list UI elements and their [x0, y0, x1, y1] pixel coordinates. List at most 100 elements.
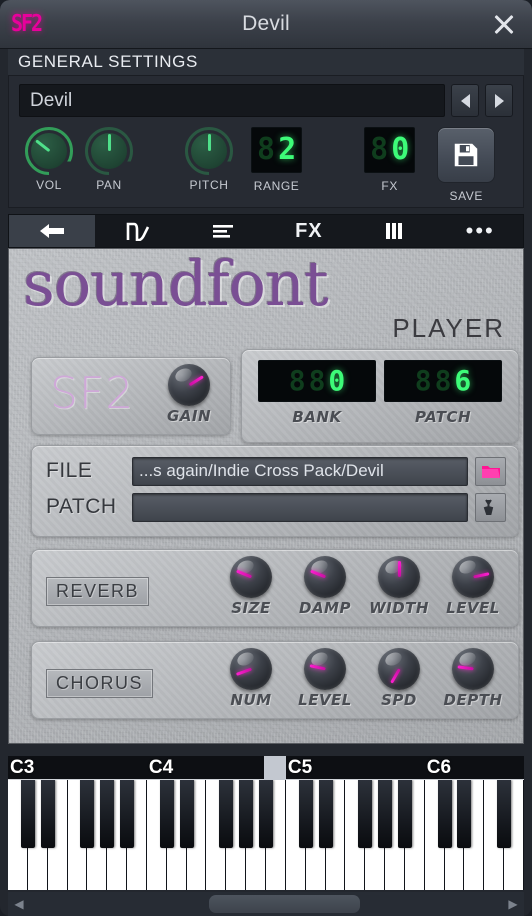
- patch-row: PATCH: [46, 492, 506, 522]
- chorus-depth-slot: DEPTH: [436, 648, 510, 709]
- scroll-thumb[interactable]: [209, 895, 361, 913]
- black-key[interactable]: [378, 780, 393, 848]
- black-key[interactable]: [179, 780, 194, 848]
- chorus-depth-knob[interactable]: [452, 648, 494, 690]
- pitch-knob-label: PITCH: [189, 178, 229, 192]
- chorus-knobs: NUM LEVEL SPD DEPTH: [214, 648, 510, 709]
- black-key[interactable]: [437, 780, 452, 848]
- black-key[interactable]: [80, 780, 95, 848]
- chorus-level-knob[interactable]: [304, 648, 346, 690]
- tab-envelope[interactable]: [95, 215, 181, 247]
- reverb-size-knob[interactable]: [230, 556, 272, 598]
- patch-field[interactable]: [132, 492, 468, 522]
- black-key[interactable]: [397, 780, 412, 848]
- bank-cell: 880 BANK: [258, 360, 376, 426]
- chorus-num-knob[interactable]: [230, 648, 272, 690]
- octave-label: C3: [10, 757, 35, 778]
- keyboard-section: C3 C4 C5 C6 ◀ ▶: [8, 756, 524, 916]
- general-settings-body: Devil VOL PAN PITCH 8 2 RANGE 8 0 FX SAV…: [8, 75, 524, 208]
- fx-display[interactable]: 80: [364, 127, 416, 173]
- black-key[interactable]: [120, 780, 135, 848]
- bank-display[interactable]: 880: [258, 360, 376, 402]
- file-browse-button[interactable]: [475, 456, 506, 486]
- seg-digit: 6: [454, 364, 472, 397]
- titlebar: SF2 Devil: [0, 0, 532, 49]
- tab-keyboard[interactable]: [352, 215, 438, 247]
- black-key[interactable]: [159, 780, 174, 848]
- pitch-knob[interactable]: [185, 127, 233, 175]
- fx-display-slot: 80 FX: [364, 127, 416, 193]
- black-key[interactable]: [40, 780, 55, 848]
- file-label: FILE: [46, 459, 93, 482]
- save-button[interactable]: [437, 127, 496, 183]
- black-key[interactable]: [219, 780, 234, 848]
- octave-ruler[interactable]: C3 C4 C5 C6: [8, 756, 524, 780]
- reverb-damp-knob[interactable]: [304, 556, 346, 598]
- black-key[interactable]: [259, 780, 273, 848]
- patch-row-label: PATCH: [46, 495, 117, 518]
- piano-keys[interactable]: [8, 780, 524, 890]
- vol-knob[interactable]: [25, 127, 73, 175]
- pitch-knob-slot: PITCH: [179, 127, 239, 192]
- close-icon[interactable]: [490, 10, 518, 38]
- chorus-toggle[interactable]: CHORUS: [46, 669, 154, 698]
- seg-digit-off: 8: [414, 364, 432, 397]
- tab-bar: FX •••: [8, 214, 524, 248]
- chorus-depth-label: DEPTH: [443, 691, 503, 709]
- octave-scroll-marker[interactable]: [263, 756, 286, 780]
- file-field[interactable]: ...s again/Indie Cross Pack/Devil: [132, 456, 468, 486]
- scroll-track[interactable]: [30, 895, 502, 913]
- general-settings-section: GENERAL SETTINGS Devil VOL PAN PITCH 8 2…: [0, 49, 532, 208]
- fx-tab-label: FX: [295, 219, 323, 242]
- range-display[interactable]: 82: [251, 127, 303, 173]
- general-settings-header: GENERAL SETTINGS: [8, 49, 524, 75]
- black-key[interactable]: [298, 780, 313, 848]
- pan-knob[interactable]: [85, 127, 133, 175]
- pitch-knob-pointer: [207, 134, 211, 151]
- tab-levels[interactable]: [180, 215, 266, 247]
- gain-knob[interactable]: [168, 364, 210, 406]
- reverb-width-label: WIDTH: [369, 599, 429, 617]
- reverb-size-label: SIZE: [231, 599, 271, 617]
- preset-name-field[interactable]: Devil: [19, 84, 445, 117]
- reverb-width-knob[interactable]: [378, 556, 420, 598]
- scroll-right-button[interactable]: ▶: [502, 897, 524, 911]
- bank-patch-block: 880 BANK 886 PATCH: [241, 349, 519, 443]
- reverb-level-knob[interactable]: [452, 556, 494, 598]
- black-key[interactable]: [318, 780, 333, 848]
- octave-label: C4: [148, 757, 174, 778]
- soundfont-player-window: SF2 Devil GENERAL SETTINGS Devil VOL PAN…: [0, 0, 532, 916]
- sf2-badge: SF2: [50, 368, 135, 419]
- seg-digit: 2: [278, 132, 297, 167]
- patch-cell: 886 PATCH: [384, 360, 502, 426]
- chorus-num-label: NUM: [230, 691, 272, 709]
- scroll-left-button[interactable]: ◀: [8, 897, 30, 911]
- chorus-spd-knob[interactable]: [378, 648, 420, 690]
- reverb-toggle[interactable]: REVERB: [46, 577, 150, 606]
- black-key[interactable]: [100, 780, 115, 848]
- tab-plugin[interactable]: [9, 215, 95, 247]
- black-key[interactable]: [358, 780, 373, 848]
- seg-digit-off: 8: [370, 132, 389, 167]
- soundfont-subtitle: PLAYER: [392, 313, 505, 343]
- preset-prev-button[interactable]: [451, 84, 479, 117]
- patch-settings-button[interactable]: [475, 492, 506, 522]
- black-key[interactable]: [20, 780, 35, 848]
- chorus-level-label: LEVEL: [298, 691, 352, 709]
- seg-digit-off: 8: [308, 364, 326, 397]
- reverb-size-slot: SIZE: [214, 556, 288, 617]
- black-key[interactable]: [457, 780, 472, 848]
- tab-fx[interactable]: FX: [266, 215, 352, 247]
- preset-next-button[interactable]: [485, 84, 513, 117]
- general-knob-row: VOL PAN PITCH 8 2 RANGE 8 0 FX SAVE: [19, 127, 513, 203]
- save-label: SAVE: [449, 189, 484, 203]
- reverb-block: REVERB SIZE DAMP WIDTH LEVEL: [31, 549, 519, 627]
- keyboard-scrollbar[interactable]: ◀ ▶: [8, 892, 524, 916]
- tab-more[interactable]: •••: [437, 215, 523, 247]
- patch-display[interactable]: 886: [384, 360, 502, 402]
- gain-knob-label: GAIN: [166, 407, 212, 425]
- folder-icon: [481, 465, 500, 478]
- black-key[interactable]: [239, 780, 254, 848]
- black-key[interactable]: [497, 780, 512, 848]
- reverb-knobs: SIZE DAMP WIDTH LEVEL: [214, 556, 510, 617]
